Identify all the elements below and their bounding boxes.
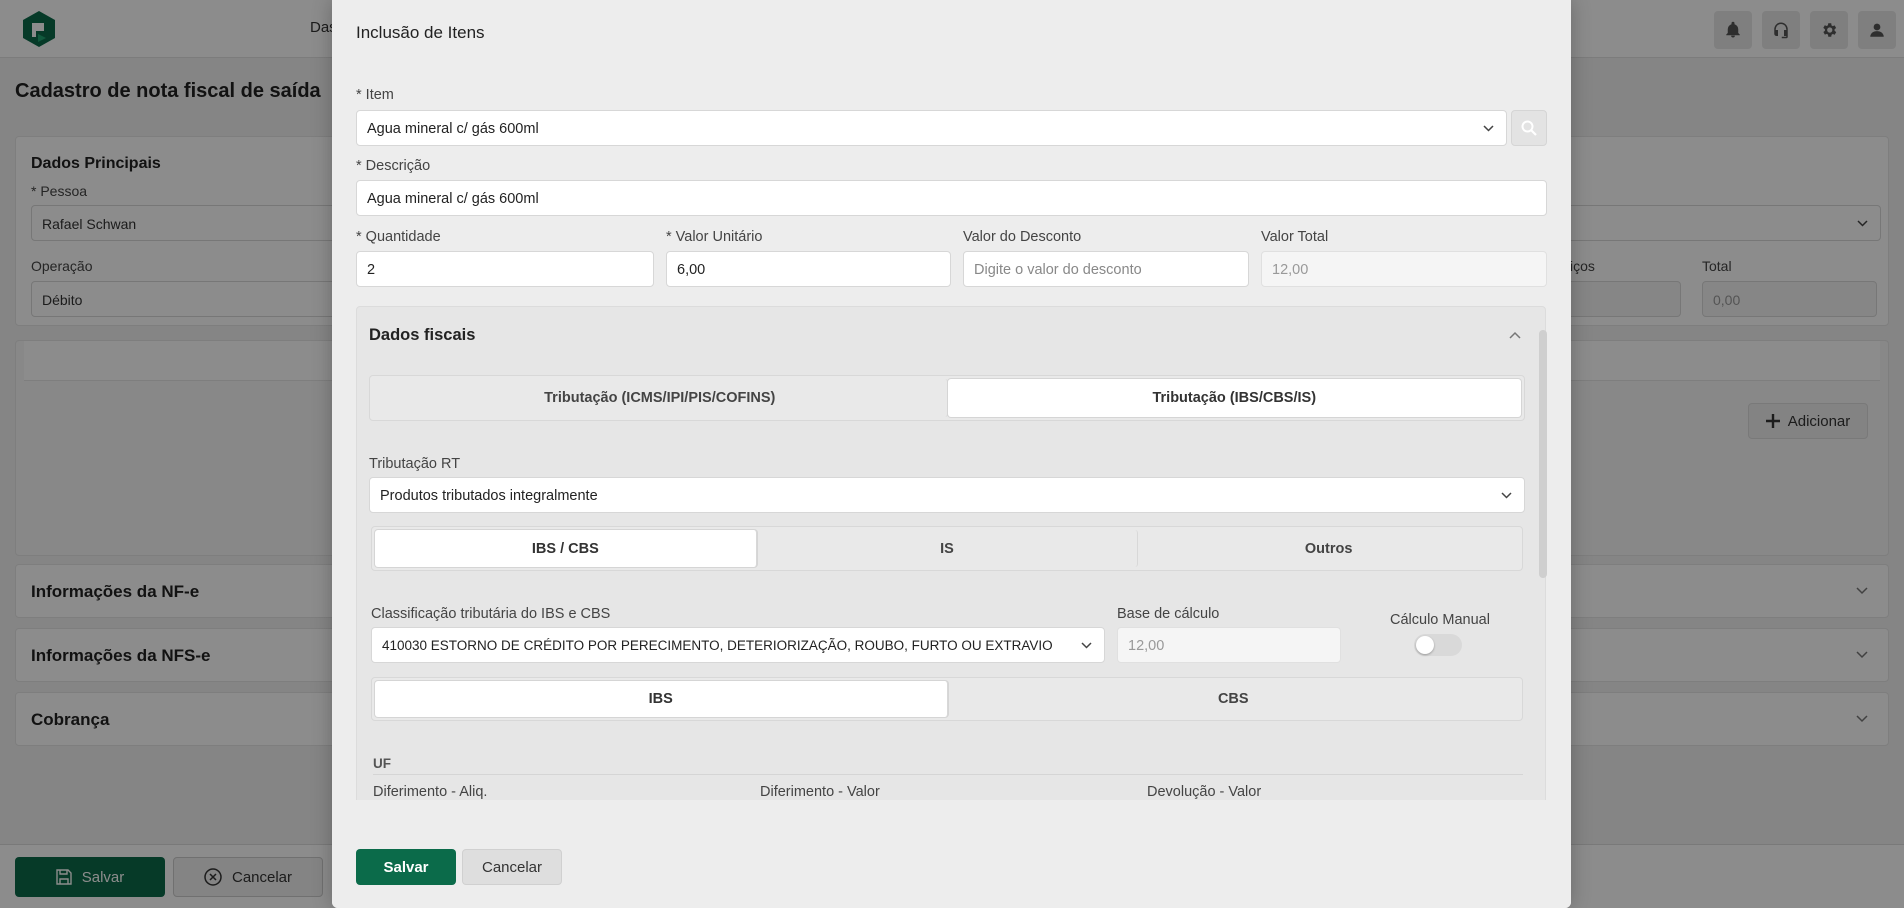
quantidade-label: * Quantidade — [356, 229, 441, 245]
valor-desconto-placeholder: Digite o valor do desconto — [974, 262, 1142, 278]
toggle-knob — [1416, 636, 1434, 654]
devolucao-valor-label: Devolução - Valor — [1147, 784, 1262, 800]
uf-label: UF — [373, 756, 391, 771]
uf-divider — [373, 774, 1523, 775]
tributacao-rt-label: Tributação RT — [369, 456, 461, 472]
tab-is[interactable]: IS — [757, 530, 1139, 567]
valor-desconto-label: Valor do Desconto — [963, 229, 1082, 245]
diferimento-aliq-label: Diferimento - Aliq. — [373, 784, 488, 800]
calculo-manual-toggle[interactable] — [1414, 634, 1462, 656]
tab-ibs[interactable]: IBS — [375, 681, 948, 717]
tributacao-rt-value: Produtos tributados integralmente — [380, 488, 598, 504]
descricao-value: Agua mineral c/ gás 600ml — [367, 191, 539, 207]
valor-total-value: 12,00 — [1272, 262, 1309, 278]
item-search-button[interactable] — [1511, 110, 1547, 146]
item-label: * Item — [356, 87, 394, 103]
chevron-down-icon — [1483, 125, 1494, 132]
descricao-input[interactable]: Agua mineral c/ gás 600ml — [356, 180, 1547, 216]
chevron-down-icon — [1081, 642, 1092, 649]
modal-save-button[interactable]: Salvar — [356, 849, 456, 885]
fiscal-scrollbar[interactable] — [1539, 330, 1547, 578]
dados-fiscais-title: Dados fiscais — [369, 326, 476, 344]
ibs-cbs-tabs: IBS CBS — [371, 677, 1523, 721]
tab-cbs[interactable]: CBS — [948, 681, 1520, 717]
classificacao-label: Classificação tributária do IBS e CBS — [371, 606, 611, 622]
modal-cancel-button[interactable]: Cancelar — [462, 849, 562, 885]
tab-ibs-cbs-is[interactable]: Tributação (IBS/CBS/IS) — [947, 379, 1521, 417]
quantidade-value: 2 — [367, 262, 376, 278]
item-value: Agua mineral c/ gás 600ml — [367, 121, 539, 137]
valor-total-label: Valor Total — [1261, 229, 1329, 245]
item-select[interactable]: Agua mineral c/ gás 600ml — [356, 110, 1507, 146]
base-calculo-label: Base de cálculo — [1117, 606, 1220, 622]
search-icon — [1521, 120, 1537, 136]
chevron-up-icon[interactable] — [1509, 331, 1521, 339]
classificacao-value: 410030 ESTORNO DE CRÉDITO POR PERECIMENT… — [382, 638, 1053, 653]
base-calculo-value: 12,00 — [1128, 638, 1165, 654]
valor-unitario-input[interactable]: 6,00 — [666, 251, 951, 287]
quantidade-input[interactable]: 2 — [356, 251, 654, 287]
chevron-down-icon — [1501, 492, 1512, 499]
tab-icms-ipi-pis-cofins[interactable]: Tributação (ICMS/IPI/PIS/COFINS) — [373, 379, 948, 417]
calculo-manual-label: Cálculo Manual — [1390, 612, 1490, 628]
inclusao-itens-modal: Inclusão de Itens * Item Agua mineral c/… — [332, 0, 1571, 908]
valor-total-input: 12,00 — [1261, 251, 1547, 287]
tributacao-rt-select[interactable]: Produtos tributados integralmente — [369, 477, 1525, 513]
modal-footer: Salvar Cancelar — [332, 800, 1571, 908]
ibs-cbs-is-tabs: IBS / CBS IS Outros — [371, 526, 1523, 571]
classificacao-select[interactable]: 410030 ESTORNO DE CRÉDITO POR PERECIMENT… — [371, 627, 1105, 663]
tributacao-tabs: Tributação (ICMS/IPI/PIS/COFINS) Tributa… — [369, 375, 1525, 421]
modal-title: Inclusão de Itens — [356, 23, 485, 42]
tab-ibs-cbs[interactable]: IBS / CBS — [375, 530, 757, 567]
descricao-label: * Descrição — [356, 158, 431, 174]
valor-desconto-input[interactable]: Digite o valor do desconto — [963, 251, 1249, 287]
valor-unitario-value: 6,00 — [677, 262, 706, 278]
valor-unitario-label: * Valor Unitário — [666, 229, 763, 245]
base-calculo-input: 12,00 — [1117, 627, 1341, 663]
diferimento-valor-label: Diferimento - Valor — [760, 784, 880, 800]
tab-outros[interactable]: Outros — [1138, 530, 1519, 567]
